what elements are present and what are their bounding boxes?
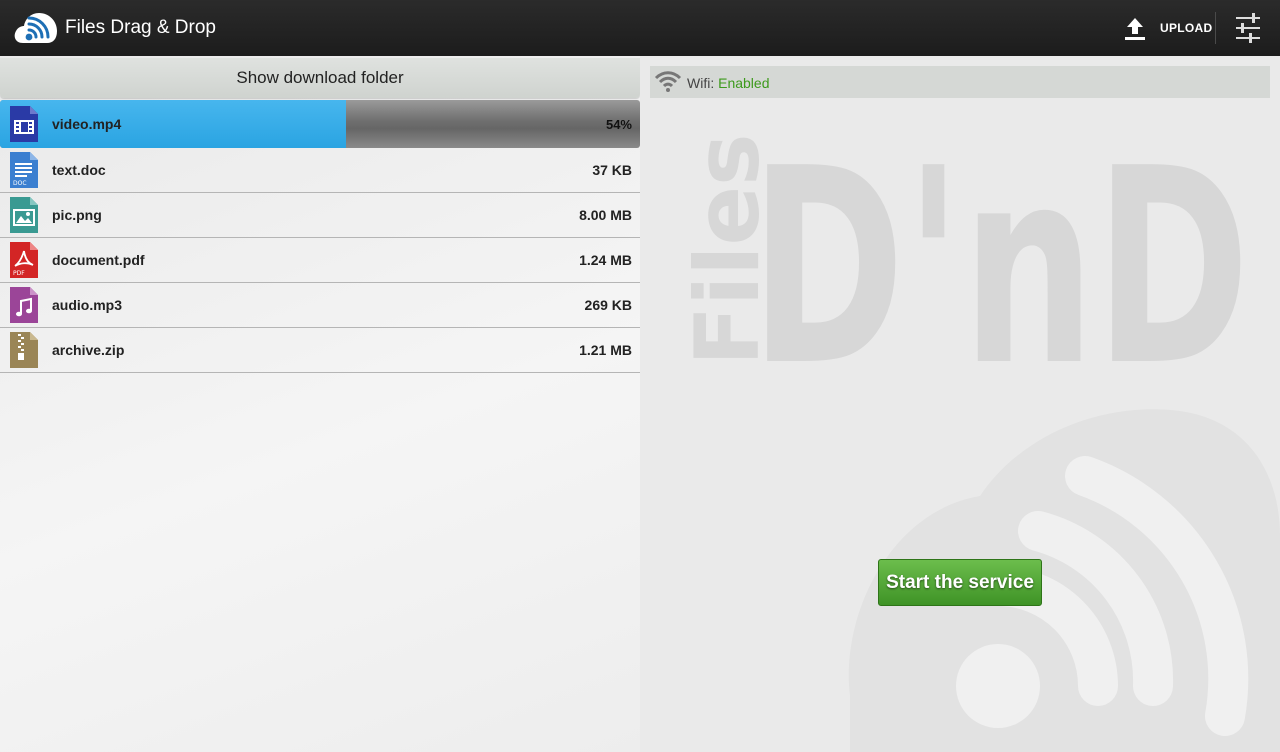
file-row-audio[interactable]: audio.mp3 269 KB	[0, 283, 640, 328]
file-row-archive[interactable]: archive.zip 1.21 MB	[0, 328, 640, 373]
wifi-status-value: Enabled	[718, 75, 770, 91]
wifi-status-text: Wifi: Enabled	[687, 75, 770, 91]
file-name: pic.png	[52, 207, 102, 223]
app-title: Files Drag & Drop	[65, 17, 216, 38]
file-row-doc[interactable]: DOC text.doc 37 KB	[0, 148, 640, 193]
start-service-button[interactable]: Start the service	[878, 559, 1042, 606]
settings-button[interactable]	[1228, 12, 1268, 44]
upload-button[interactable]: UPLOAD	[1118, 8, 1214, 48]
wifi-icon	[654, 71, 682, 92]
files-dnd-watermark-logo: Files D'nD	[676, 110, 1280, 752]
service-panel: Files D'nD Wifi: Enabled Start the servi…	[640, 56, 1280, 752]
file-size: 1.24 MB	[579, 252, 632, 268]
wifi-status-bar: Wifi: Enabled	[650, 66, 1270, 98]
file-progress-percent: 54%	[605, 117, 632, 132]
wifi-label: Wifi:	[687, 75, 715, 91]
audio-file-icon	[10, 287, 38, 323]
file-list: video.mp4 54% DOC text.doc 37 KB pic.png…	[0, 100, 640, 373]
upload-label: UPLOAD	[1160, 21, 1213, 35]
file-name: video.mp4	[52, 116, 122, 132]
file-list-panel: Show download folder video.mp4 54% DOC t…	[0, 56, 640, 752]
file-size: 8.00 MB	[579, 207, 632, 223]
image-file-icon	[10, 197, 38, 233]
file-name: audio.mp3	[52, 297, 123, 313]
svg-text:DOC: DOC	[13, 180, 27, 187]
doc-file-icon: DOC	[10, 152, 38, 188]
show-download-folder-button[interactable]: Show download folder	[0, 58, 640, 98]
file-size: 37 KB	[592, 162, 632, 178]
appbar-divider	[1215, 12, 1216, 44]
video-file-icon	[10, 106, 38, 142]
sliders-icon	[1236, 13, 1260, 43]
zip-file-icon	[10, 332, 38, 368]
svg-text:PDF: PDF	[13, 270, 25, 277]
file-size: 269 KB	[584, 297, 632, 313]
cloud-wifi-icon	[14, 13, 57, 43]
action-bar: Files Drag & Drop UPLOAD	[0, 0, 1280, 56]
svg-text:D'nD: D'nD	[750, 110, 1250, 425]
upload-icon	[1125, 18, 1145, 40]
file-name: archive.zip	[52, 342, 125, 358]
file-size: 1.21 MB	[579, 342, 632, 358]
file-row-video[interactable]: video.mp4 54%	[0, 100, 640, 148]
file-row-image[interactable]: pic.png 8.00 MB	[0, 193, 640, 238]
file-name: document.pdf	[52, 252, 145, 268]
file-row-pdf[interactable]: PDF document.pdf 1.24 MB	[0, 238, 640, 283]
file-name: text.doc	[52, 162, 106, 178]
pdf-file-icon: PDF	[10, 242, 38, 278]
